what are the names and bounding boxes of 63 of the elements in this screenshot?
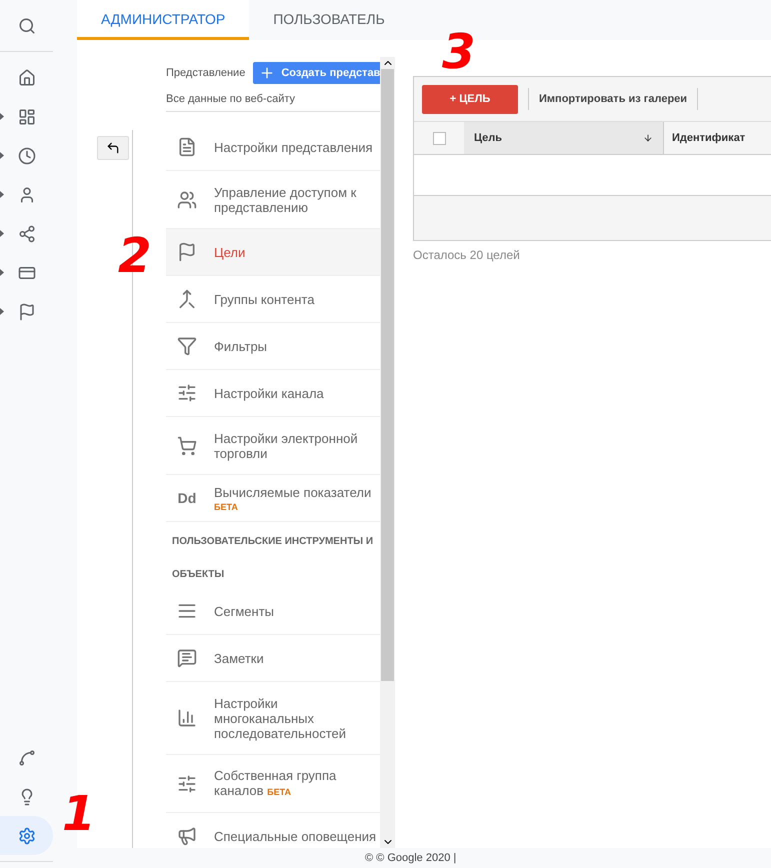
tab[interactable]: ПОЛЬЗОВАТЕЛЬ	[249, 0, 409, 40]
beta-label: БЕТА	[214, 502, 238, 512]
cart-icon	[177, 436, 197, 456]
menu-item-label: Собственная группа каналов БЕТА	[214, 768, 338, 800]
menu-item-label: Группы контента	[214, 292, 314, 306]
sort-arrow-icon	[643, 133, 653, 143]
expand-caret-icon	[0, 113, 4, 120]
clock-icon	[18, 146, 36, 164]
menu-item-label: Заметки	[214, 650, 264, 666]
expand-caret-icon	[0, 191, 4, 198]
view-label: Представление	[166, 67, 246, 79]
dashboard-icon	[18, 108, 36, 126]
megaphone-icon	[177, 826, 197, 846]
menu-item-label: Настройки представления	[214, 140, 373, 154]
menu-item-label: Сегменты	[214, 604, 274, 618]
handwritten-number: 3	[442, 28, 476, 76]
flag-icon	[18, 302, 36, 320]
rail-button[interactable]	[0, 816, 53, 855]
expand-caret-icon	[0, 230, 4, 237]
back-button[interactable]	[97, 136, 129, 160]
handwritten-number: 2	[118, 232, 152, 280]
menu-item-label: Вычисляемые показатели	[214, 484, 372, 500]
dd-icon: Dd	[178, 490, 196, 506]
home-icon	[18, 68, 36, 86]
comment-icon	[177, 648, 197, 668]
menu-item-label: Специальные оповещения	[214, 828, 376, 844]
goals-remaining: Осталось 20 целей	[413, 247, 521, 262]
menu-item-label: Настройки канала	[214, 386, 324, 400]
document-icon	[177, 137, 197, 157]
tab[interactable]: АДМИНИСТРАТОР	[77, 0, 250, 40]
menu-item-label: Управление доступом к представлению	[214, 184, 358, 214]
expand-caret-icon	[0, 308, 4, 315]
flag-icon	[177, 242, 197, 262]
menu-item-label: Фильтры	[214, 338, 268, 354]
people-icon	[177, 190, 197, 210]
route-icon	[18, 748, 36, 766]
branch-icon	[18, 224, 36, 242]
menu-item-label: Настройки электронной торговли	[214, 430, 359, 460]
back-arrow-icon	[106, 141, 120, 155]
search-icon	[18, 16, 36, 34]
beta-label: БЕТА	[267, 786, 292, 796]
copyright-text: © © Google 2020 |	[365, 852, 456, 864]
create-view-button[interactable]: Создать представ	[253, 62, 380, 84]
merge-icon	[177, 289, 197, 309]
expand-caret-icon	[0, 269, 4, 276]
menu-item-label: Цели	[214, 244, 246, 260]
section-heading: ОБЪЕКТЫ	[171, 568, 226, 582]
select-all-checkbox[interactable]	[432, 132, 446, 144]
settings-icon	[18, 826, 36, 844]
add-goal-button[interactable]: + ЦЕЛЬ	[422, 84, 518, 114]
sliders-icon	[177, 383, 197, 403]
section-heading: ПОЛЬЗОВАТЕЛЬСКИЕ ИНСТРУМЕНТЫ И	[171, 535, 374, 549]
import-button[interactable]: Импортировать из галереи	[539, 93, 688, 105]
column-header[interactable]: Идентификат	[664, 122, 771, 154]
bars-icon	[177, 708, 197, 728]
scrollbar[interactable]	[380, 57, 395, 848]
column-header[interactable]: Цель	[464, 122, 664, 154]
menu-item[interactable]: Цели	[166, 229, 380, 276]
sliders-icon	[177, 774, 197, 794]
expand-caret-icon	[0, 152, 4, 159]
filter-icon	[177, 336, 197, 356]
handwritten-number: 1	[62, 790, 96, 838]
menu-item-label: Настройки многоканальных последовательностей	[214, 696, 347, 740]
